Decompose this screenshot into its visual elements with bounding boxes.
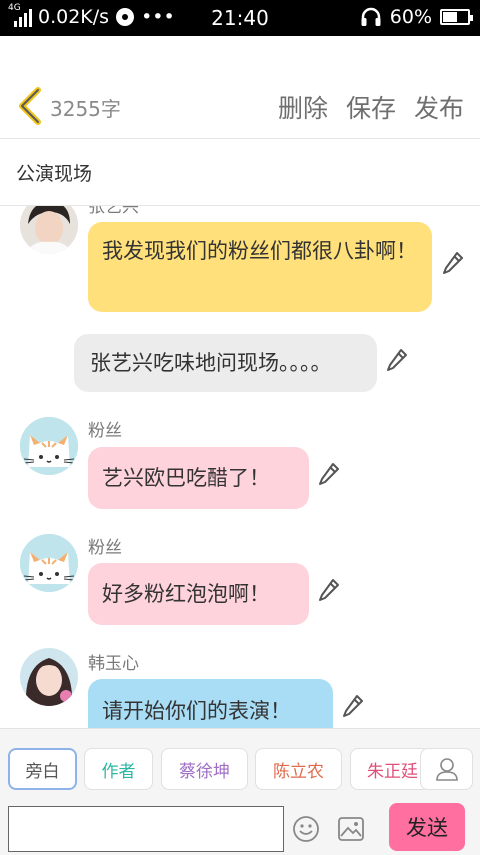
role-chip-author[interactable]: 作者 bbox=[84, 748, 153, 790]
pencil-icon[interactable] bbox=[442, 251, 464, 275]
message-bubble[interactable]: 好多粉红泡泡啊！ bbox=[88, 563, 309, 625]
story-title: 公演现场 bbox=[16, 163, 93, 185]
role-chip-label: 朱正廷 bbox=[367, 761, 418, 782]
role-chip-character[interactable]: 蔡徐坤 bbox=[161, 748, 248, 790]
role-chip-label: 旁白 bbox=[25, 761, 60, 782]
sender-name: 粉丝 bbox=[88, 421, 122, 441]
message-text: 艺兴欧巴吃醋了！ bbox=[102, 466, 270, 490]
send-button[interactable]: 发送 bbox=[389, 803, 465, 851]
avatar-han-yuxin[interactable] bbox=[20, 648, 78, 706]
message-text: 张艺兴吃味地问现场。。。。 bbox=[90, 351, 332, 375]
pencil-icon[interactable] bbox=[318, 578, 340, 602]
narration-bubble[interactable]: 张艺兴吃味地问现场。。。。 bbox=[74, 334, 377, 392]
role-chip-character[interactable]: 陈立农 bbox=[255, 748, 342, 790]
avatar-cat-fan[interactable] bbox=[20, 417, 78, 475]
avatar-zhang-yixing[interactable] bbox=[20, 206, 78, 254]
contacts-icon bbox=[435, 758, 458, 781]
save-button[interactable]: 保存 bbox=[346, 89, 396, 125]
status-right: 60% bbox=[360, 6, 473, 28]
story-title-bar[interactable]: 公演现场 bbox=[0, 139, 480, 206]
message-text: 好多粉红泡泡啊！ bbox=[102, 582, 270, 606]
role-chip-label: 作者 bbox=[101, 761, 136, 782]
battery-percent: 60% bbox=[389, 6, 432, 28]
role-chip-label: 陈立农 bbox=[273, 761, 324, 782]
sender-name: 粉丝 bbox=[88, 538, 122, 558]
emoji-icon[interactable] bbox=[292, 815, 320, 843]
role-chip-label: 蔡徐坤 bbox=[179, 761, 230, 782]
battery-icon bbox=[440, 9, 473, 25]
image-icon[interactable] bbox=[337, 816, 365, 842]
delete-button[interactable]: 删除 bbox=[278, 89, 328, 125]
battery-level-fill bbox=[443, 12, 457, 22]
publish-button[interactable]: 发布 bbox=[414, 89, 464, 125]
message-bubble[interactable]: 艺兴欧巴吃醋了！ bbox=[88, 447, 309, 509]
pencil-icon[interactable] bbox=[318, 462, 340, 486]
sender-name: 韩玉心 bbox=[88, 654, 139, 674]
word-count: 3255字 bbox=[50, 97, 121, 121]
chat-area[interactable]: 张艺兴 我发现我们的粉丝们都很八卦啊！ 张艺兴吃味地问现场。。。。 粉丝 艺兴欧… bbox=[0, 206, 480, 728]
avatar-cat-fan[interactable] bbox=[20, 534, 78, 592]
pencil-icon[interactable] bbox=[342, 694, 364, 718]
message-text: 我发现我们的粉丝们都很八卦啊！ bbox=[102, 239, 417, 263]
composer-bar: 旁白 作者 蔡徐坤 陈立农 朱正廷 发送 bbox=[0, 728, 480, 855]
message-input[interactable] bbox=[8, 806, 284, 852]
manage-roles-button[interactable] bbox=[420, 748, 473, 790]
headphone-icon bbox=[361, 7, 381, 26]
message-bubble[interactable]: 请开始你们的表演！ bbox=[88, 679, 333, 728]
role-chip-character[interactable]: 朱正廷 bbox=[350, 748, 430, 790]
back-chevron-icon[interactable] bbox=[14, 86, 44, 126]
role-chip-narration[interactable]: 旁白 bbox=[8, 748, 77, 790]
sender-name: 张艺兴 bbox=[88, 206, 139, 217]
send-button-label: 发送 bbox=[406, 816, 448, 840]
status-bar: 4G 0.02K/s ••• 21:40 60% bbox=[0, 0, 480, 36]
header-actions: 删除 保存 发布 bbox=[278, 89, 464, 125]
message-bubble[interactable]: 我发现我们的粉丝们都很八卦啊！ bbox=[88, 222, 432, 312]
message-text: 请开始你们的表演！ bbox=[102, 699, 291, 723]
editor-header: 3255字 删除 保存 发布 bbox=[0, 36, 480, 139]
pencil-icon[interactable] bbox=[386, 348, 408, 372]
